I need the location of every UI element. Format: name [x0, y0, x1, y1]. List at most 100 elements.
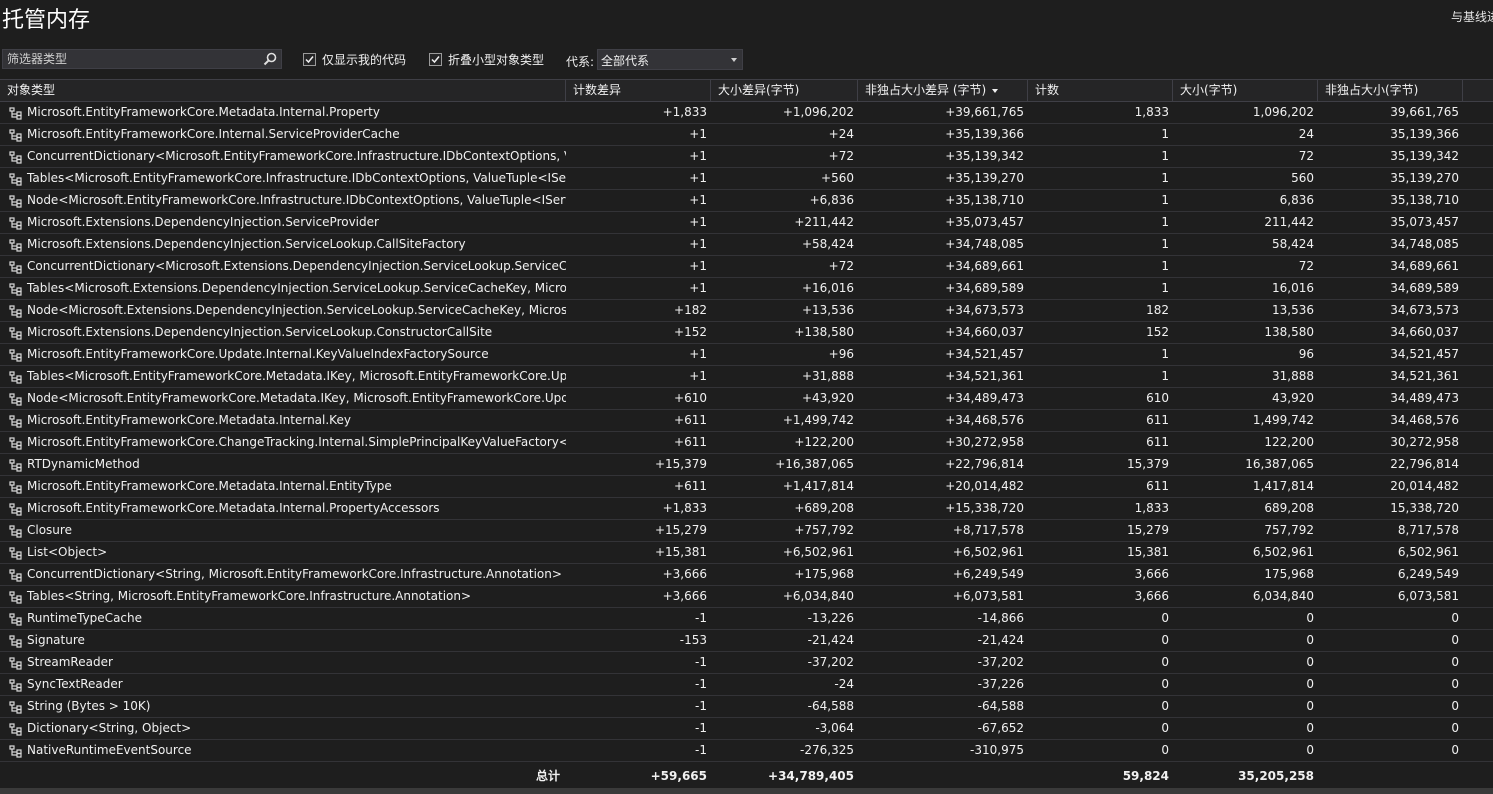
- table-row[interactable]: Tables<Microsoft.EntityFrameworkCore.Inf…: [0, 168, 1493, 190]
- count-cell: 0: [1161, 721, 1169, 735]
- table-row[interactable]: Microsoft.Extensions.DependencyInjection…: [0, 322, 1493, 344]
- count-cell: 1: [1161, 193, 1169, 207]
- compare-baseline-link[interactable]: 与基线进: [1451, 8, 1493, 25]
- size-diff-cell: +138,580: [794, 325, 854, 339]
- inclusive-size-diff-cell: +34,660,037: [945, 325, 1024, 339]
- inclusive-size-cell: 34,521,457: [1390, 347, 1459, 361]
- inclusive-size-diff-cell: +6,502,961: [952, 545, 1024, 559]
- size-diff-cell: -24: [834, 677, 854, 691]
- count-diff-cell: +1: [689, 369, 707, 383]
- chevron-down-icon[interactable]: [731, 58, 737, 62]
- inclusive-size-cell: 34,689,589: [1390, 281, 1459, 295]
- count-diff-cell: +611: [674, 435, 707, 449]
- generation-dropdown[interactable]: 全部代系: [597, 49, 743, 70]
- checkbox-check-icon[interactable]: [429, 52, 442, 66]
- table-row[interactable]: Microsoft.Extensions.DependencyInjection…: [0, 212, 1493, 234]
- count-cell: 152: [1146, 325, 1169, 339]
- inclusive-size-diff-cell: +34,673,573: [945, 303, 1024, 317]
- table-row[interactable]: Node<Microsoft.EntityFrameworkCore.Metad…: [0, 388, 1493, 410]
- table-row[interactable]: Tables<String, Microsoft.EntityFramework…: [0, 586, 1493, 608]
- column-header-count-diff[interactable]: 计数差异: [566, 80, 711, 102]
- horizontal-scrollbar[interactable]: [0, 788, 1493, 794]
- table-row[interactable]: Node<Microsoft.Extensions.DependencyInje…: [0, 300, 1493, 322]
- table-row[interactable]: String (Bytes > 10K) -1 -64,588 -64,588 0 0 0: [0, 696, 1493, 718]
- object-type-name: StreamReader: [27, 655, 113, 669]
- count-diff-cell: +1: [689, 215, 707, 229]
- table-row[interactable]: Closure +15,279 +757,792 +8,717,578 15,279 75…: [0, 520, 1493, 542]
- table-row[interactable]: Microsoft.Extensions.DependencyInjection…: [0, 234, 1493, 256]
- table-row[interactable]: Tables<Microsoft.Extensions.DependencyIn…: [0, 278, 1493, 300]
- table-row[interactable]: SyncTextReader -1 -24 -37,226 0 0 0: [0, 674, 1493, 696]
- search-icon[interactable]: [263, 52, 277, 66]
- inclusive-size-cell: 0: [1451, 677, 1459, 691]
- table-row[interactable]: Microsoft.EntityFrameworkCore.Update.Int…: [0, 344, 1493, 366]
- count-diff-cell: +3,666: [662, 589, 707, 603]
- inclusive-size-diff-cell: +34,468,576: [945, 413, 1024, 427]
- object-type-name: Microsoft.EntityFrameworkCore.Metadata.I…: [27, 413, 351, 427]
- table-row[interactable]: Microsoft.EntityFrameworkCore.Metadata.I…: [0, 476, 1493, 498]
- count-cell: 611: [1146, 413, 1169, 427]
- size-cell: 0: [1306, 699, 1314, 713]
- column-header-object-type[interactable]: 对象类型: [0, 80, 566, 102]
- object-type-name: Microsoft.EntityFrameworkCore.Update.Int…: [27, 347, 489, 361]
- count-cell: 0: [1161, 655, 1169, 669]
- size-diff-cell: -21,424: [807, 633, 854, 647]
- table-row[interactable]: Microsoft.EntityFrameworkCore.Metadata.I…: [0, 102, 1493, 124]
- count-diff-cell: -1: [695, 699, 707, 713]
- checkbox-check-icon[interactable]: [303, 52, 316, 66]
- inclusive-size-diff-cell: +34,748,085: [945, 237, 1024, 251]
- size-cell: 6,034,840: [1252, 589, 1314, 603]
- inclusive-size-diff-cell: -67,652: [977, 721, 1024, 735]
- table-row[interactable]: StreamReader -1 -37,202 -37,202 0 0 0: [0, 652, 1493, 674]
- size-diff-cell: +31,888: [801, 369, 854, 383]
- table-row[interactable]: List<Object> +15,381 +6,502,961 +6,502,961 1…: [0, 542, 1493, 564]
- inclusive-size-cell: 0: [1451, 611, 1459, 625]
- generation-label: 代系:: [566, 55, 595, 69]
- inclusive-size-cell: 34,521,361: [1390, 369, 1459, 383]
- just-my-code-checkbox[interactable]: 仅显示我的代码: [303, 50, 406, 68]
- table-row[interactable]: RTDynamicMethod +15,379 +16,387,065 +22,796…: [0, 454, 1493, 476]
- inclusive-size-diff-cell: -64,588: [977, 699, 1024, 713]
- inclusive-size-diff-cell: +35,139,342: [945, 149, 1024, 163]
- table-row[interactable]: ConcurrentDictionary<Microsoft.Extension…: [0, 256, 1493, 278]
- count-cell: 182: [1146, 303, 1169, 317]
- object-type-name: Tables<String, Microsoft.EntityFramework…: [27, 589, 472, 603]
- inclusive-size-cell: 35,139,366: [1390, 127, 1459, 141]
- count-diff-cell: +15,279: [654, 523, 707, 537]
- inclusive-size-diff-cell: +34,521,361: [945, 369, 1024, 383]
- table-row[interactable]: Tables<Microsoft.EntityFrameworkCore.Met…: [0, 366, 1493, 388]
- inclusive-size-cell: 34,468,576: [1390, 413, 1459, 427]
- size-diff-cell: +1,096,202: [782, 105, 854, 119]
- table-row[interactable]: ConcurrentDictionary<Microsoft.EntityFra…: [0, 146, 1493, 168]
- table-row[interactable]: Dictionary<String, Object> -1 -3,064 -67,65…: [0, 718, 1493, 740]
- table-row[interactable]: Signature -153 -21,424 -21,424 0 0 0: [0, 630, 1493, 652]
- size-cell: 0: [1306, 677, 1314, 691]
- size-cell: 6,836: [1279, 193, 1314, 207]
- column-header-size[interactable]: 大小(字节): [1173, 80, 1318, 102]
- size-cell: 43,920: [1272, 391, 1314, 405]
- count-diff-cell: -1: [695, 743, 707, 757]
- table-row[interactable]: Node<Microsoft.EntityFrameworkCore.Infra…: [0, 190, 1493, 212]
- table-row[interactable]: ConcurrentDictionary<String, Microsoft.E…: [0, 564, 1493, 586]
- object-type-name: Tables<Microsoft.EntityFrameworkCore.Inf…: [27, 171, 566, 185]
- table-row[interactable]: Microsoft.EntityFrameworkCore.Metadata.I…: [0, 410, 1493, 432]
- size-diff-cell: +16,387,065: [775, 457, 854, 471]
- size-cell: 0: [1306, 611, 1314, 625]
- inclusive-size-cell: 0: [1451, 655, 1459, 669]
- count-diff-cell: -153: [679, 633, 707, 647]
- column-header-size-diff[interactable]: 大小差异(字节): [711, 80, 858, 102]
- size-diff-cell: +6,836: [809, 193, 854, 207]
- filter-input[interactable]: [7, 51, 255, 67]
- count-cell: 15,279: [1127, 523, 1169, 537]
- table-row[interactable]: Microsoft.EntityFrameworkCore.Metadata.I…: [0, 498, 1493, 520]
- table-row[interactable]: Microsoft.EntityFrameworkCore.ChangeTrac…: [0, 432, 1493, 454]
- table-row[interactable]: NativeRuntimeEventSource -1 -276,325 -310,9…: [0, 740, 1493, 762]
- table-row[interactable]: Microsoft.EntityFrameworkCore.Internal.S…: [0, 124, 1493, 146]
- size-diff-cell: -276,325: [800, 743, 854, 757]
- filter-box[interactable]: [2, 49, 282, 69]
- column-header-count[interactable]: 计数: [1028, 80, 1173, 102]
- column-header-inclusive-size-diff[interactable]: 非独占大小差异 (字节): [858, 80, 1028, 102]
- collapse-small-objects-checkbox[interactable]: 折叠小型对象类型: [429, 50, 544, 68]
- table-row[interactable]: RuntimeTypeCache -1 -13,226 -14,866 0 0 0: [0, 608, 1493, 630]
- column-header-inclusive-size[interactable]: 非独占大小(字节): [1318, 80, 1463, 102]
